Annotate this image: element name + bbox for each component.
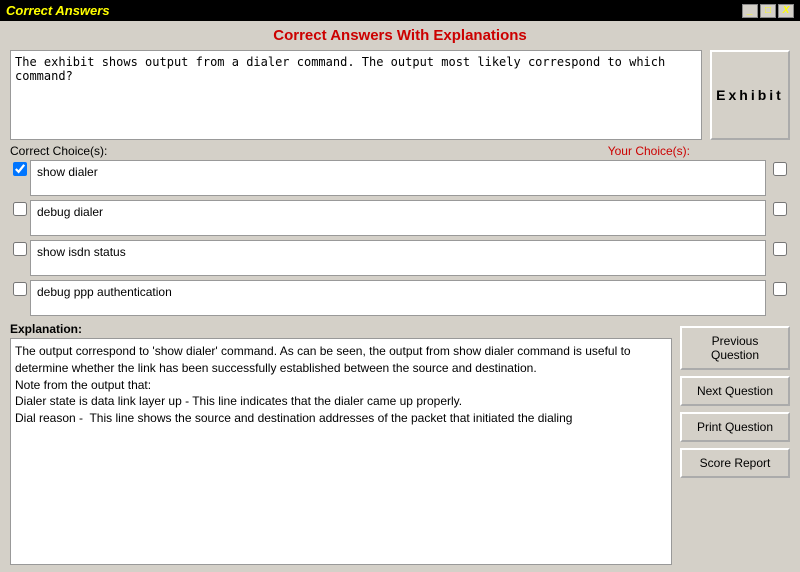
your-check-2[interactable] [773,202,787,216]
answer-row: show isdn status [10,240,790,276]
answer-box-1: show dialer [30,160,766,196]
your-checkbox-1[interactable] [770,162,790,176]
correct-checkbox-3[interactable] [10,242,30,256]
your-check-3[interactable] [773,242,787,256]
answer-row: debug dialer [10,200,790,236]
page-title: Correct Answers With Explanations [10,27,790,44]
your-check-4[interactable] [773,282,787,296]
top-section: Exhibit [10,50,790,140]
print-question-button[interactable]: Print Question [680,412,790,442]
maximize-button[interactable]: □ [760,4,776,18]
your-check-1[interactable] [773,162,787,176]
choice-labels: Correct Choice(s): Your Choice(s): [10,144,790,158]
title-bar-controls[interactable]: _ □ X [742,4,794,18]
exhibit-button[interactable]: Exhibit [710,50,790,140]
correct-check-4[interactable] [13,282,27,296]
app-title: Correct Answers [6,3,110,18]
previous-question-button[interactable]: Previous Question [680,326,790,370]
minimize-button[interactable]: _ [742,4,758,18]
title-bar: Correct Answers _ □ X [0,0,800,21]
your-checkbox-3[interactable] [770,242,790,256]
explanation-section: Explanation: The output correspond to 's… [10,322,672,565]
answer-box-4: debug ppp authentication [30,280,766,316]
close-button[interactable]: X [778,4,794,18]
next-question-button[interactable]: Next Question [680,376,790,406]
correct-check-3[interactable] [13,242,27,256]
explanation-label: Explanation: [10,322,672,336]
correct-label: Correct Choice(s): [10,144,107,158]
explanation-box: The output correspond to 'show dialer' c… [10,338,672,565]
your-checkbox-4[interactable] [770,282,790,296]
main-content: Correct Answers With Explanations Exhibi… [0,21,800,571]
score-report-button[interactable]: Score Report [680,448,790,478]
question-text[interactable] [10,50,702,140]
answer-row: debug ppp authentication [10,280,790,316]
correct-check-1[interactable] [13,162,27,176]
answer-box-3: show isdn status [30,240,766,276]
correct-check-2[interactable] [13,202,27,216]
answer-row: show dialer [10,160,790,196]
bottom-section: Explanation: The output correspond to 's… [10,322,790,565]
correct-checkbox-4[interactable] [10,282,30,296]
right-buttons: Previous Question Next Question Print Qu… [680,322,790,565]
your-label: Your Choice(s): [608,144,690,158]
correct-checkbox-2[interactable] [10,202,30,216]
answer-box-2: debug dialer [30,200,766,236]
correct-checkbox-1[interactable] [10,162,30,176]
answers-section: show dialer debug dialer show is [10,160,790,320]
your-checkbox-2[interactable] [770,202,790,216]
